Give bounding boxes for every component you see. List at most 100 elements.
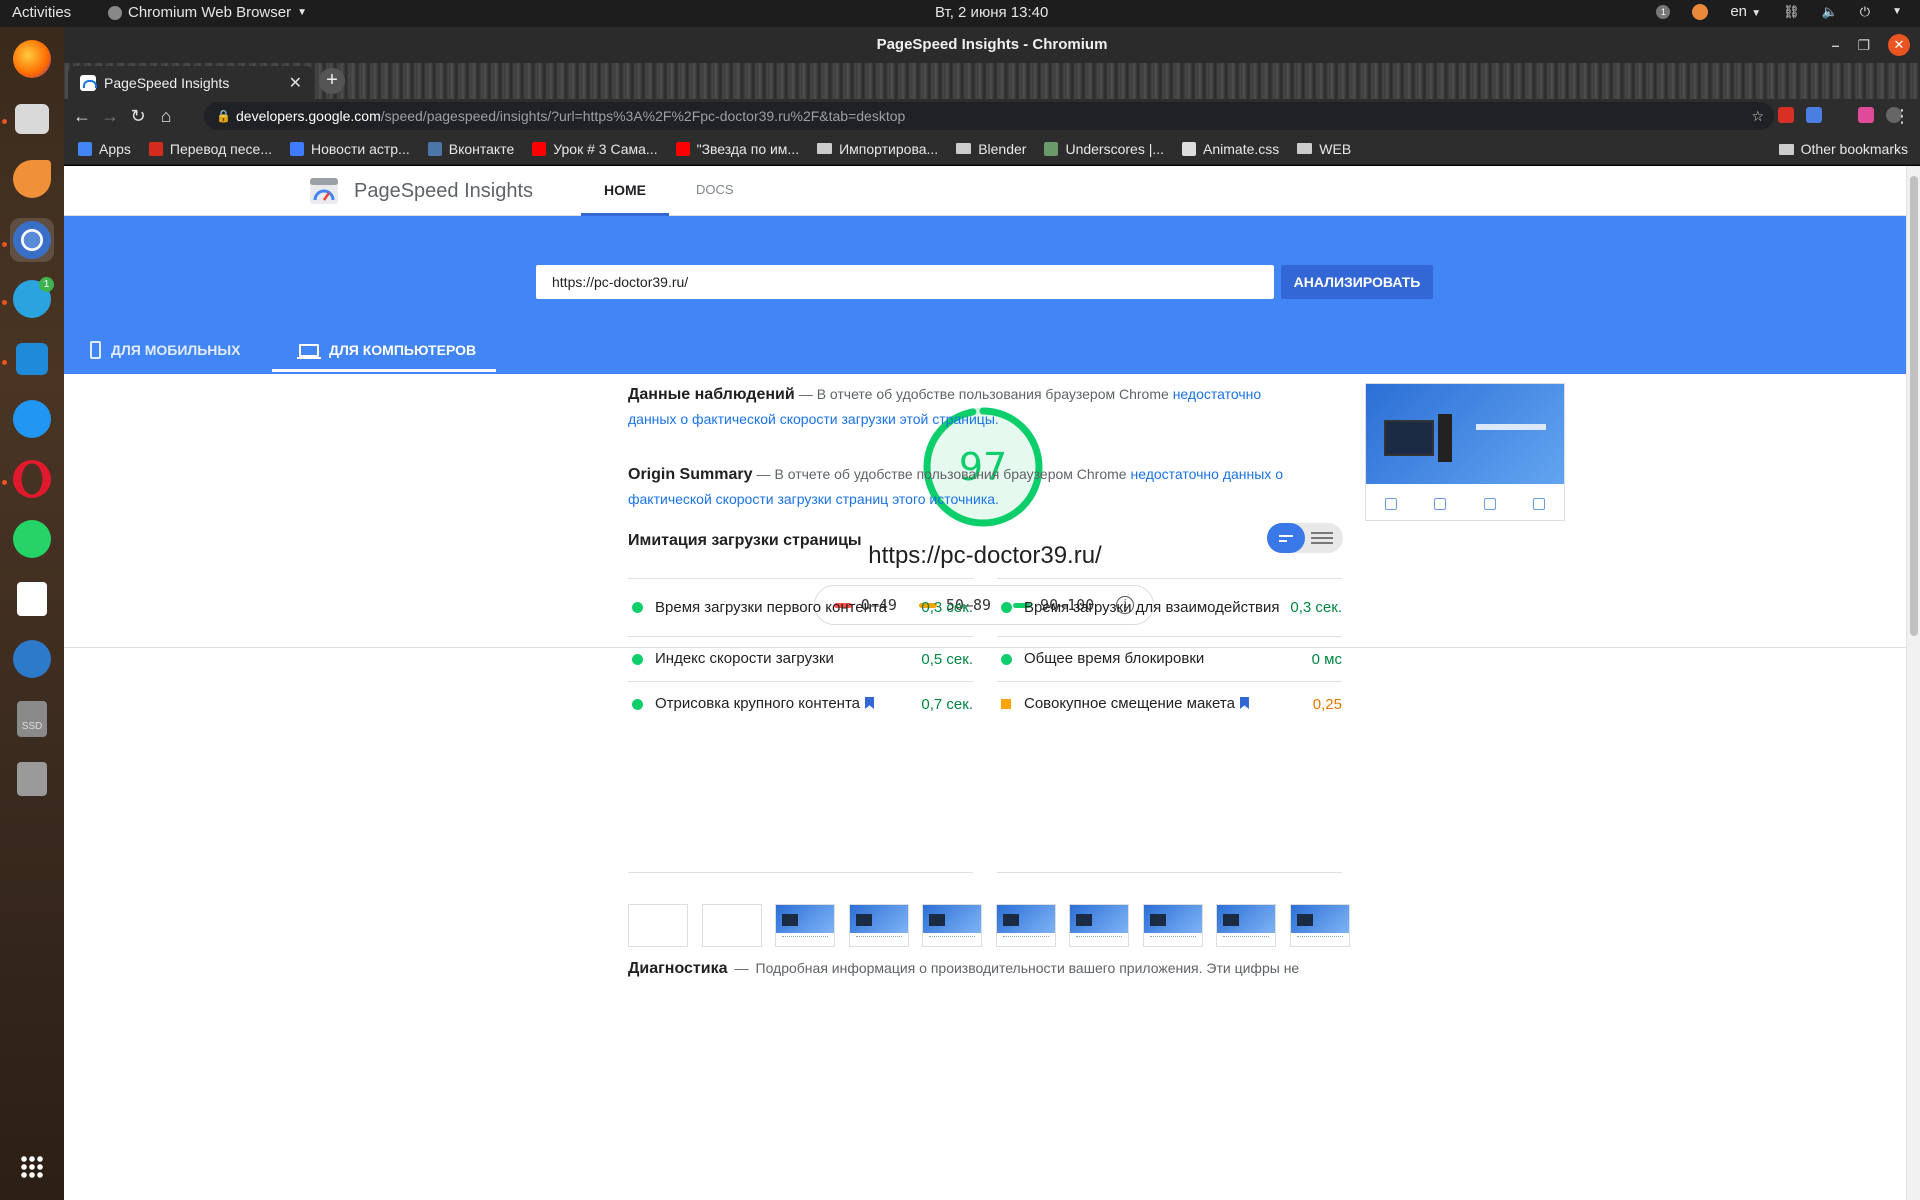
files-icon (15, 104, 49, 134)
dock-ssd-drive[interactable]: SSD (10, 697, 54, 741)
caret-down-icon: ▼ (297, 7, 308, 18)
url-input[interactable] (536, 265, 1274, 299)
bookmark-item[interactable]: Apps (78, 141, 131, 157)
dock-chromium[interactable] (10, 218, 54, 262)
bookmark-item[interactable]: Урок # 3 Сама... (532, 141, 658, 157)
volume-icon[interactable]: 🔈 (1822, 4, 1838, 20)
other-bookmarks[interactable]: Other bookmarks (1778, 141, 1908, 157)
power-icon[interactable]: ⏻ (1860, 4, 1870, 20)
compact-view-icon[interactable] (1267, 523, 1305, 553)
bookmark-item[interactable]: Animate.css (1182, 141, 1279, 157)
metric-row: Совокупное смещение макета 0,25 (997, 681, 1342, 726)
caret-down-icon: ▼ (1751, 8, 1762, 19)
laptop-icon (297, 343, 321, 359)
bookmark-item[interactable]: Импортирова... (817, 141, 938, 157)
bookmark-item[interactable]: "Звезда по им... (675, 141, 799, 157)
extension-red-icon[interactable] (1778, 107, 1794, 123)
metrics-view-toggle[interactable] (1267, 523, 1343, 553)
dock-firefox[interactable] (10, 37, 54, 81)
metric-name-text: Общее время блокировки (1024, 650, 1205, 667)
nav-docs-tab[interactable]: DOCS (696, 182, 734, 197)
page-scrollbar[interactable] (1906, 166, 1920, 1200)
dock-vscode[interactable] (10, 337, 54, 381)
dock-text-editor[interactable] (10, 577, 54, 621)
bookmark-star-icon[interactable]: ☆ (1751, 102, 1764, 130)
bookmark-item[interactable]: Blender (956, 141, 1026, 157)
app-menu[interactable]: Chromium Web Browser ▼ (108, 4, 307, 21)
field-data-text: В отчете об удобстве пользования браузер… (816, 386, 1169, 402)
activities-button[interactable]: Activities (12, 4, 71, 21)
whatsapp-icon (13, 520, 51, 558)
lock-icon[interactable]: 🔒 (216, 102, 231, 130)
bookmark-item[interactable]: Вконтакте (427, 141, 514, 157)
dock-tweetdeck[interactable] (10, 397, 54, 441)
input-language-indicator[interactable]: en ▼ (1730, 3, 1761, 20)
home-icon[interactable]: ⌂ (154, 104, 178, 128)
dock-software[interactable] (10, 637, 54, 681)
browser-menu-icon[interactable]: ⋮ (1892, 104, 1912, 128)
dock-telegram[interactable]: 1 (10, 277, 54, 321)
close-window-icon[interactable]: ✕ (1888, 34, 1910, 56)
filmstrip-frame (628, 904, 688, 947)
dock-disk[interactable] (10, 757, 54, 801)
network-icon[interactable]: ⛓ (1783, 4, 1800, 20)
blender-icon (13, 160, 51, 198)
bookmark-item[interactable]: Underscores |... (1044, 141, 1164, 157)
psi-brand-title: PageSpeed Insights (354, 180, 534, 202)
tab-mobile[interactable]: ДЛЯ МОБИЛЬНЫХ (90, 328, 240, 372)
origin-summary-section: Origin Summary — В отчете об удобстве поль… (628, 466, 1283, 507)
blender-tray-icon[interactable] (1692, 3, 1709, 20)
scrollbar-thumb[interactable] (1910, 176, 1918, 636)
youtube-icon (675, 141, 690, 156)
dock-files[interactable] (10, 97, 54, 141)
metric-row: Время загрузки первого контента 0,3 сек. (628, 578, 973, 636)
system-menu-caret-icon[interactable]: ▼ (1892, 6, 1902, 17)
dock-opera[interactable] (10, 457, 54, 501)
final-screenshot (1365, 383, 1565, 521)
origin-summary-title: Origin Summary (628, 466, 753, 483)
pass-circle-icon (1001, 653, 1012, 665)
diagnostics-text: Подробная информация о производительност… (755, 960, 1300, 976)
browser-tab[interactable]: PageSpeed Insights ✕ (68, 66, 314, 99)
expanded-view-icon[interactable] (1311, 532, 1333, 544)
dock-whatsapp[interactable] (10, 517, 54, 561)
tab-desktop-label: ДЛЯ КОМПЬЮТЕРОВ (329, 342, 477, 358)
nav-home-tab[interactable]: HOME (604, 182, 646, 198)
clock[interactable]: Вт, 2 июня 13:40 (935, 4, 1048, 21)
phone-icon (90, 341, 101, 359)
chromium-icon (108, 5, 122, 20)
maximize-icon[interactable]: ❐ (1857, 27, 1870, 63)
reload-icon[interactable]: ↻ (126, 104, 150, 128)
forward-arrow-icon[interactable]: → (98, 104, 122, 128)
window-title-bar[interactable]: PageSpeed Insights - Chromium – ❐ ✕ (64, 27, 1920, 63)
extension-pink-icon[interactable] (1858, 107, 1874, 123)
new-tab-button[interactable]: + (319, 68, 345, 94)
tab-close-icon[interactable]: ✕ (289, 73, 302, 93)
field-data-title: Данные наблюдений (628, 386, 795, 403)
tab-title: PageSpeed Insights (104, 74, 230, 91)
analyze-button[interactable]: АНАЛИЗИРОВАТЬ (1281, 265, 1433, 299)
bookmark-label: Новости астр... (310, 140, 410, 157)
url-host: developers.google.com (236, 108, 381, 124)
translate-extension-icon[interactable] (1806, 107, 1822, 123)
bookmark-item[interactable]: Перевод песе... (148, 141, 272, 157)
window-controls: – ❐ ✕ (1832, 27, 1910, 63)
tab-desktop[interactable]: ДЛЯ КОМПЬЮТЕРОВ (297, 328, 477, 372)
pass-circle-icon (1001, 602, 1012, 613)
t-app-icon (13, 400, 51, 438)
bookmark-item[interactable]: WEB (1297, 141, 1351, 157)
underscores-icon (1044, 141, 1059, 156)
address-bar[interactable]: 🔒 developers.google.com/speed/pagespeed/… (204, 102, 1774, 130)
analyze-panel: АНАЛИЗИРОВАТЬ ДЛЯ МОБИЛЬНЫХ ДЛЯ КОМПЬЮТЕ… (64, 216, 1906, 374)
minimize-icon[interactable]: – (1832, 27, 1840, 63)
filmstrip (628, 904, 1350, 948)
app-menu-label: Chromium Web Browser (128, 4, 292, 21)
show-applications-button[interactable] (10, 1145, 54, 1189)
bookmark-item[interactable]: Новости астр... (289, 140, 410, 157)
notification-badge-icon[interactable]: 1 (1656, 4, 1671, 19)
dock-blender[interactable] (10, 157, 54, 201)
metric-name-text: Индекс скорости загрузки (655, 650, 834, 667)
bookmark-label: WEB (1319, 140, 1352, 157)
back-arrow-icon[interactable]: ← (70, 104, 94, 128)
folder-icon (1778, 143, 1794, 155)
